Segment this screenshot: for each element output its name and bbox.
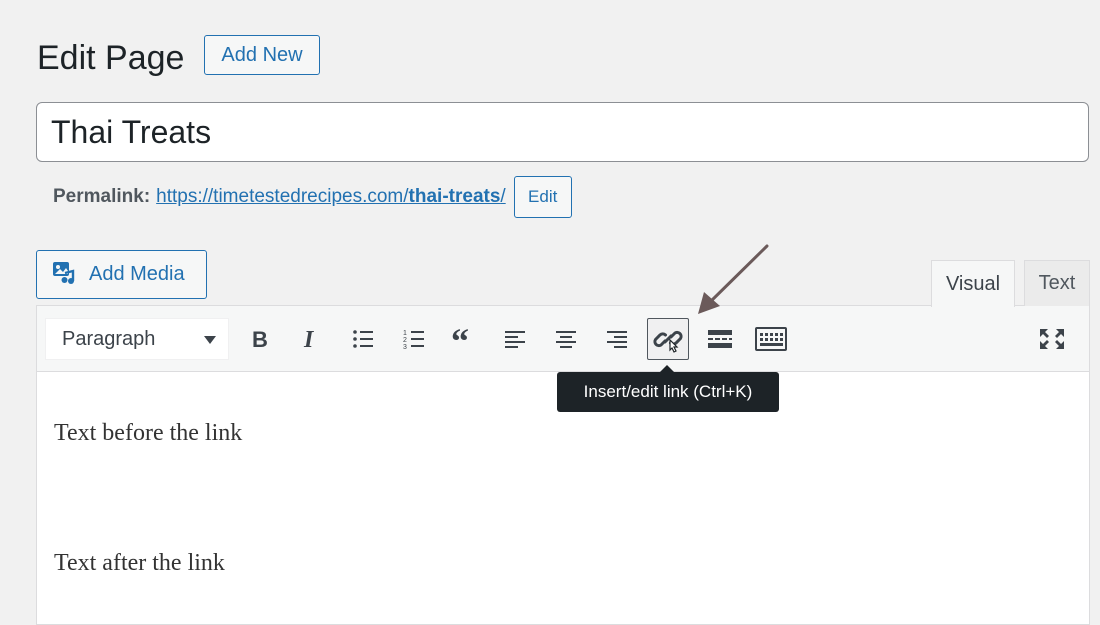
format-select-value: Paragraph — [62, 327, 156, 350]
italic-icon: I — [303, 327, 315, 351]
svg-text:B: B — [252, 327, 268, 351]
blockquote-button[interactable]: “ — [443, 318, 485, 360]
add-new-button[interactable]: Add New — [204, 35, 320, 75]
read-more-icon — [708, 330, 732, 348]
numbered-list-icon: 1 2 3 — [403, 330, 424, 351]
tab-visual[interactable]: Visual — [931, 260, 1015, 307]
italic-button[interactable]: I — [288, 318, 330, 360]
svg-text:3: 3 — [403, 344, 407, 351]
annotation-arrow-icon — [698, 244, 769, 314]
svg-text:1: 1 — [403, 330, 407, 337]
fullscreen-button[interactable] — [1031, 318, 1073, 360]
bold-icon: B — [252, 327, 268, 351]
add-media-icon — [51, 259, 77, 291]
bulleted-list-button[interactable] — [342, 318, 384, 360]
numbered-list-button[interactable]: 1 2 3 — [393, 318, 435, 360]
permalink-url-trail: / — [500, 186, 506, 207]
title-input[interactable]: Thai Treats — [36, 102, 1089, 162]
permalink-link[interactable]: https://timetestedrecipes.com/thai-treat… — [156, 186, 506, 208]
bold-button[interactable]: B — [238, 318, 280, 360]
align-left-button[interactable] — [494, 318, 536, 360]
permalink-row: Permalink: https://timetestedrecipes.com… — [53, 176, 572, 218]
toolbar-toggle-button[interactable] — [750, 318, 792, 360]
align-right-button[interactable] — [596, 318, 638, 360]
format-select[interactable]: Paragraph — [45, 318, 229, 360]
chevron-down-icon — [204, 336, 216, 344]
content-paragraph[interactable]: Text before the link — [54, 420, 242, 447]
fullscreen-icon — [1040, 329, 1064, 349]
read-more-button[interactable] — [699, 318, 741, 360]
align-left-icon — [505, 331, 525, 348]
add-media-button[interactable]: Add Media — [36, 250, 207, 299]
page-title: Edit Page — [37, 39, 185, 77]
svg-text:“: “ — [451, 327, 469, 351]
align-right-icon — [607, 331, 627, 348]
permalink-url-base: https://timetestedrecipes.com/ — [156, 186, 409, 207]
content-paragraph[interactable]: Text after the link — [54, 550, 225, 577]
link-icon — [653, 330, 683, 353]
align-center-icon — [556, 331, 576, 348]
insert-link-button[interactable] — [647, 318, 689, 360]
blockquote-icon: “ — [451, 327, 469, 351]
permalink-edit-button[interactable]: Edit — [513, 176, 572, 218]
add-media-label: Add Media — [89, 263, 185, 285]
bulleted-list-icon — [353, 330, 373, 348]
align-center-button[interactable] — [545, 318, 587, 360]
svg-text:I: I — [303, 327, 315, 351]
permalink-label: Permalink: — [53, 186, 151, 207]
permalink-slug: thai-treats — [408, 186, 501, 207]
tab-text[interactable]: Text — [1024, 260, 1090, 306]
link-tooltip: Insert/edit link (Ctrl+K) — [557, 365, 779, 412]
svg-text:2: 2 — [403, 337, 407, 344]
toolbar-toggle-icon — [755, 327, 787, 351]
